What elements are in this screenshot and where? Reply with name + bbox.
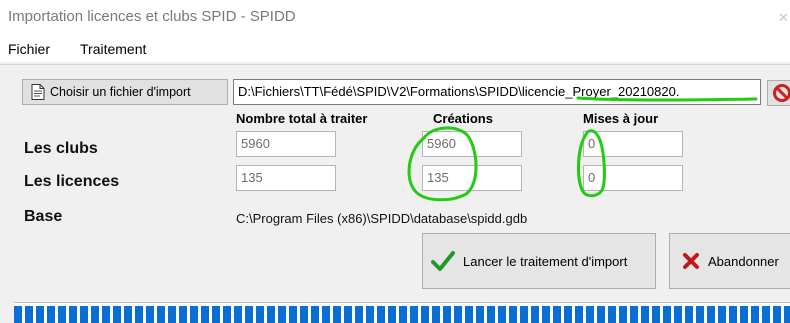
launch-import-button[interactable]: Lancer le traitement d'import (422, 233, 656, 289)
file-icon (31, 84, 45, 100)
window-title: Importation licences et clubs SPID - SPI… (8, 8, 296, 25)
base-label: Base (24, 208, 63, 225)
licences-updates-field: 0 (583, 165, 683, 191)
column-updates-header: Mises à jour (583, 111, 659, 126)
base-path-value: C:\Program Files (x86)\SPIDD\database\sp… (236, 211, 528, 226)
no-entry-icon (773, 84, 790, 102)
client-area-border (0, 64, 790, 65)
column-total-header: Nombre total à traiter (236, 111, 368, 126)
import-file-path-field[interactable]: D:\Fichiers\TT\Fédé\SPID\V2\Formations\S… (233, 79, 761, 105)
close-icon[interactable]: ✕ (778, 10, 789, 26)
licences-total-field: 135 (236, 165, 336, 191)
choose-import-file-button[interactable]: Choisir un fichier d'import (22, 79, 228, 105)
abandon-label: Abandonner (708, 253, 779, 269)
clubs-total-field: 5960 (236, 131, 336, 157)
menu-bar: Fichier Traitement (0, 36, 790, 62)
red-cross-icon (683, 253, 699, 269)
menu-traitement[interactable]: Traitement (80, 41, 146, 57)
title-bar: Importation licences et clubs SPID - SPI… (0, 0, 790, 36)
abandon-button[interactable]: Abandonner (669, 233, 790, 289)
row-label-licences: Les licences (24, 173, 120, 190)
row-label-clubs: Les clubs (24, 140, 98, 157)
clear-file-button[interactable] (767, 80, 790, 106)
clubs-updates-field: 0 (583, 131, 683, 157)
import-progress-bar (14, 302, 790, 323)
launch-import-label: Lancer le traitement d'import (463, 253, 628, 269)
choose-import-file-label: Choisir un fichier d'import (50, 85, 191, 99)
green-check-icon (431, 251, 455, 271)
column-creations-header: Créations (433, 111, 493, 126)
progress-fill (14, 306, 790, 323)
menu-fichier[interactable]: Fichier (8, 41, 50, 57)
clubs-creations-field: 5960 (422, 131, 522, 157)
licences-creations-field: 135 (422, 165, 522, 191)
